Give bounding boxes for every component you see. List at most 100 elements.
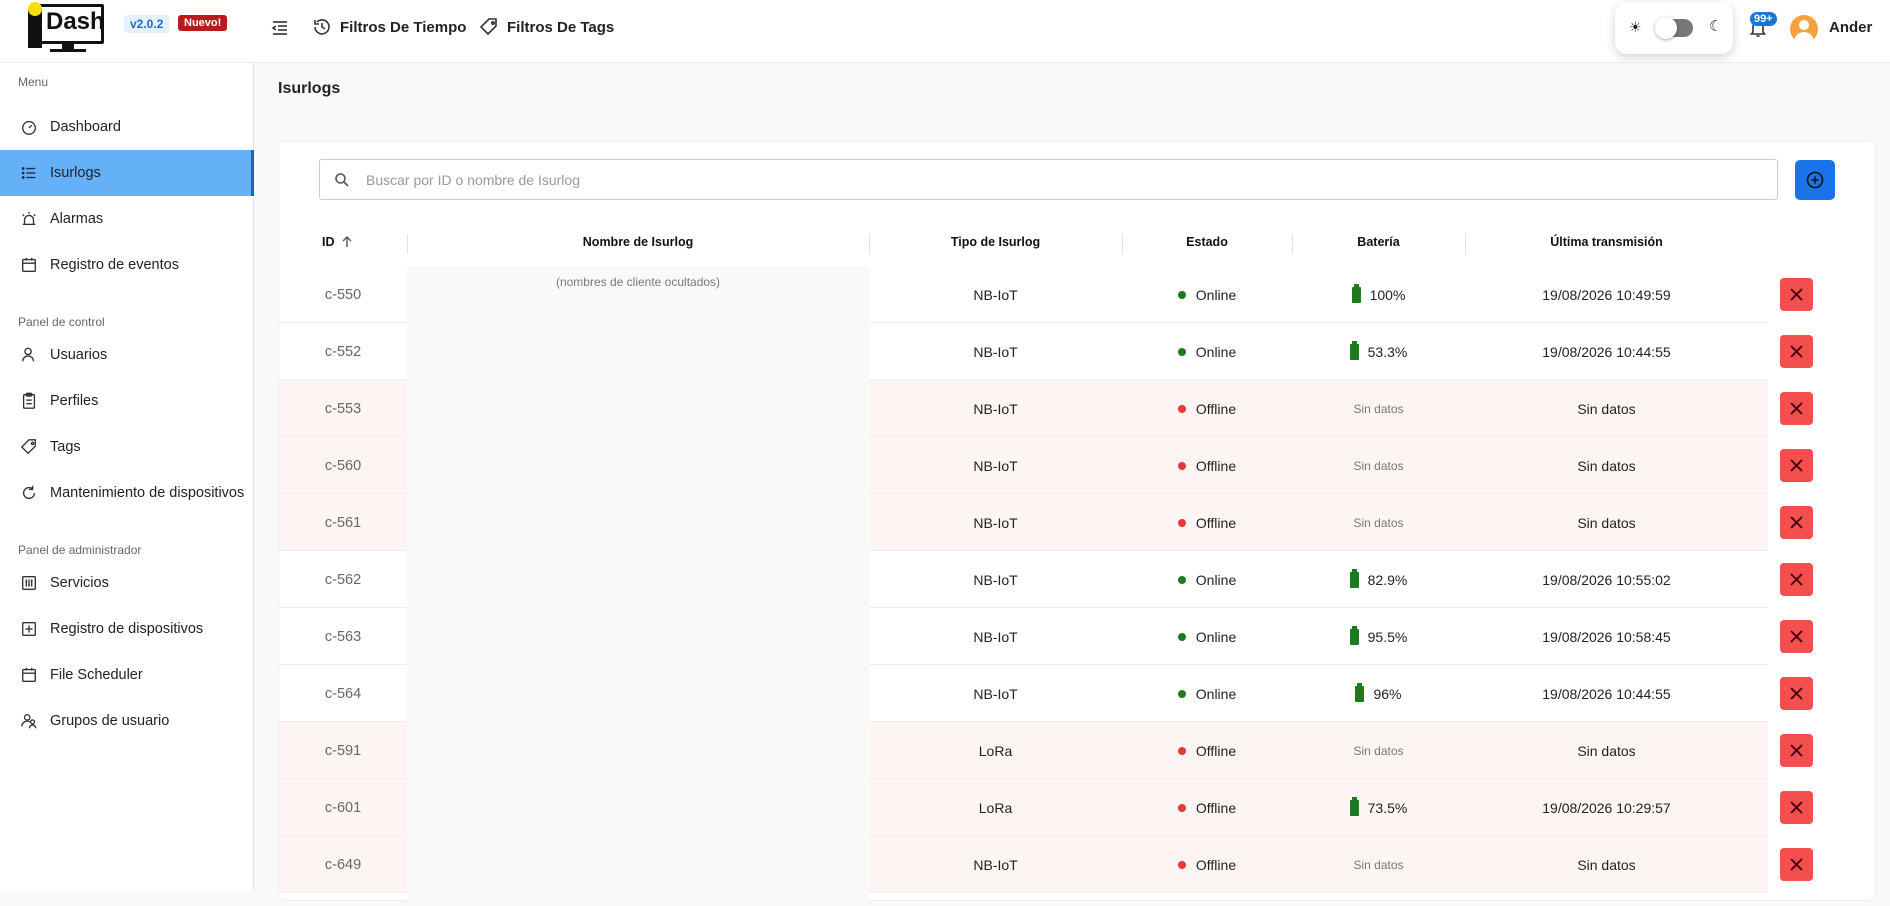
status-dot	[1177, 803, 1186, 812]
isurlog-battery: Sin datos	[1292, 437, 1465, 494]
isurlog-id[interactable]: c-601	[279, 779, 407, 836]
close-icon	[1790, 573, 1803, 586]
isurlog-id[interactable]: c-550	[279, 266, 407, 323]
new-badge[interactable]: Nuevo!	[178, 15, 228, 31]
battery-value: 100%	[1369, 286, 1406, 303]
close-icon	[1790, 288, 1803, 301]
tag-filters-label: Filtros De Tags	[507, 18, 615, 36]
battery-icon	[1349, 568, 1359, 588]
battery-icon	[1351, 283, 1361, 303]
logo-base	[50, 49, 86, 52]
isurlog-status: Online	[1122, 266, 1292, 323]
isurlog-battery: Sin datos	[1292, 722, 1465, 779]
last-transmission: Sin datos	[1577, 856, 1636, 873]
isurlog-type: NB-IoT	[973, 343, 1018, 360]
sidebar-item-mantenimiento[interactable]: Mantenimiento de dispositivos	[0, 470, 254, 516]
theme-toggle[interactable]	[1655, 17, 1693, 39]
sidebar-item-registro-dispositivos[interactable]: Registro de dispositivos	[0, 606, 254, 652]
avatar[interactable]	[1790, 15, 1818, 43]
delete-button[interactable]	[1780, 734, 1813, 767]
plus-square-icon	[22, 622, 36, 636]
isurlog-battery: 53.3%	[1292, 323, 1465, 380]
battery-value: Sin datos	[1353, 743, 1404, 758]
isurlog-status: Offline	[1122, 437, 1292, 494]
battery-value: Sin datos	[1353, 515, 1404, 530]
column-header-bateria[interactable]: Batería	[1292, 227, 1465, 257]
close-icon	[1790, 516, 1803, 529]
tag-filters-button[interactable]: Filtros De Tags	[479, 17, 614, 37]
battery-value: 96%	[1373, 685, 1402, 702]
status-dot	[1177, 404, 1186, 413]
sidebar-item-grupos-usuario[interactable]: Grupos de usuario	[0, 698, 254, 744]
close-icon	[1790, 687, 1803, 700]
isurlog-type: NB-IoT	[973, 571, 1018, 588]
status-label: Offline	[1195, 742, 1237, 759]
delete-button[interactable]	[1780, 449, 1813, 482]
isurlog-type: NB-IoT	[973, 457, 1018, 474]
delete-button[interactable]	[1780, 677, 1813, 710]
sliders-icon	[22, 576, 36, 590]
delete-button[interactable]	[1780, 506, 1813, 539]
close-icon	[1790, 744, 1803, 757]
sidebar-item-label: Registro de eventos	[50, 257, 179, 273]
isurlog-battery: 73.5%	[1292, 779, 1465, 836]
tag-icon	[20, 439, 36, 455]
delete-button[interactable]	[1780, 392, 1813, 425]
column-header-name[interactable]: Nombre de Isurlog	[407, 227, 869, 257]
search-box[interactable]	[319, 159, 1778, 200]
search-input[interactable]	[366, 160, 1766, 199]
add-isurlog-button[interactable]	[1795, 160, 1835, 200]
sidebar-item-alarmas[interactable]: Alarmas	[0, 196, 254, 242]
clipboard-icon	[22, 392, 36, 409]
users-icon	[21, 714, 37, 729]
sidebar-item-isurlogs[interactable]: Isurlogs	[0, 150, 254, 196]
gauge-icon	[22, 120, 36, 135]
isurlog-id[interactable]: c-563	[279, 608, 407, 665]
isurlog-id[interactable]: c-591	[279, 722, 407, 779]
isurlog-id[interactable]: c-649	[279, 836, 407, 893]
sidebar-item-dashboard[interactable]: Dashboard	[0, 104, 254, 150]
isurlog-id[interactable]: c-562	[279, 551, 407, 608]
isurlog-status: Offline	[1122, 494, 1292, 551]
battery-icon	[1355, 682, 1365, 702]
isurlogs-card: ID Nombre de Isurlog Tipo de Isurlog Est…	[278, 141, 1876, 906]
column-header-id[interactable]: ID	[279, 227, 407, 257]
section-control-panel: Panel de control	[18, 315, 105, 329]
sidebar-item-servicios[interactable]: Servicios	[0, 560, 254, 606]
list-icon	[21, 167, 36, 179]
delete-button[interactable]	[1780, 848, 1813, 881]
column-header-ultima[interactable]: Última transmisión	[1465, 227, 1748, 257]
delete-button[interactable]	[1780, 791, 1813, 824]
notification-count[interactable]: 99+	[1750, 12, 1777, 26]
search-icon	[335, 173, 349, 187]
delete-button[interactable]	[1780, 335, 1813, 368]
column-header-tipo[interactable]: Tipo de Isurlog	[869, 227, 1122, 257]
status-label: Offline	[1195, 457, 1237, 474]
isurlog-id[interactable]: c-561	[279, 494, 407, 551]
sidebar-item-perfiles[interactable]: Perfiles	[0, 378, 254, 424]
isurlog-id[interactable]: c-560	[279, 437, 407, 494]
sidebar-item-label: Tags	[50, 439, 81, 455]
time-filters-button[interactable]: Filtros De Tiempo	[312, 17, 466, 37]
isurlog-id[interactable]: c-552	[279, 323, 407, 380]
user-name[interactable]: Ander	[1829, 19, 1872, 36]
delete-button[interactable]	[1780, 620, 1813, 653]
sidebar-item-tags[interactable]: Tags	[0, 424, 254, 470]
sidebar-item-usuarios[interactable]: Usuarios	[0, 332, 254, 378]
close-icon	[1790, 801, 1803, 814]
isurlog-id[interactable]: c-553	[279, 380, 407, 437]
sidebar-item-file-scheduler[interactable]: File Scheduler	[0, 652, 254, 698]
sidebar-item-registro-eventos[interactable]: Registro de eventos	[0, 242, 254, 288]
app-logo[interactable]: Dash	[28, 2, 108, 52]
menu-collapse-icon[interactable]	[270, 18, 290, 38]
clock-history-icon	[314, 19, 330, 35]
isurlog-type: NB-IoT	[973, 400, 1018, 417]
column-header-estado[interactable]: Estado	[1122, 227, 1292, 257]
isurlog-battery: 82.9%	[1292, 551, 1465, 608]
close-icon	[1790, 858, 1803, 871]
delete-button[interactable]	[1780, 563, 1813, 596]
isurlog-id[interactable]: c-564	[279, 665, 407, 722]
isurlog-status: Online	[1122, 551, 1292, 608]
battery-value: 95.5%	[1367, 628, 1408, 645]
delete-button[interactable]	[1780, 278, 1813, 311]
